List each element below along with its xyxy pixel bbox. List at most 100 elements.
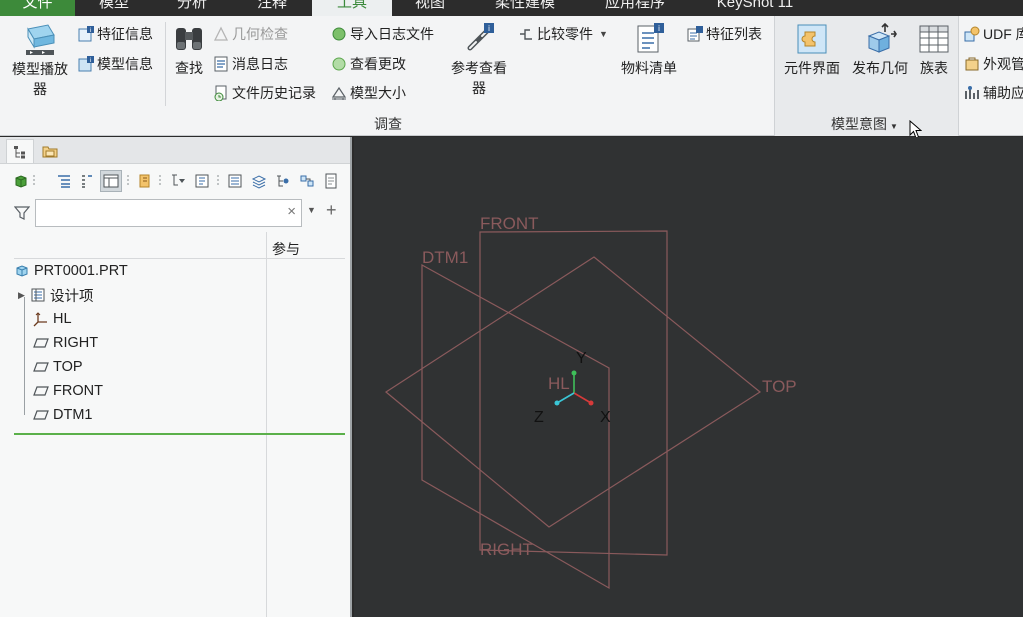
tree-columns-icon	[103, 174, 119, 188]
family-table-button[interactable]: 族表	[914, 22, 954, 78]
column-separator[interactable]	[266, 232, 267, 617]
front-plane-label: FRONT	[480, 214, 539, 233]
model-player-label: 模型播放器	[12, 61, 68, 97]
appearance-manager-label: 外观管	[983, 56, 1023, 72]
feature-info-button[interactable]: i 特征信息	[78, 24, 153, 44]
tree-item-root-part[interactable]: PRT0001.PRT	[14, 260, 128, 282]
filter-funnel-icon[interactable]	[14, 205, 30, 221]
tab-applications[interactable]: 应用程序	[588, 0, 682, 16]
list-view-button[interactable]	[224, 170, 246, 192]
folder-browser-icon	[42, 146, 58, 158]
geometry-check-button[interactable]: 几何检查	[213, 24, 288, 44]
clear-icon[interactable]: ×	[287, 203, 296, 220]
search-options-chevron-icon[interactable]: ▼	[307, 205, 316, 215]
reference-viewer-label-2: 器	[472, 80, 486, 96]
layers-button[interactable]	[248, 170, 270, 192]
tree-item-plane-top[interactable]: TOP	[33, 356, 83, 378]
datum-plane-icon	[33, 335, 49, 351]
tab-tools[interactable]: 工具	[312, 0, 392, 16]
design-items-icon	[30, 287, 46, 303]
tree-filter-row: × ▼ +	[0, 199, 350, 229]
tree-item-label: RIGHT	[53, 335, 99, 351]
tab-analysis[interactable]: 分析	[160, 0, 224, 16]
highlight-button[interactable]	[134, 170, 156, 192]
tree-item-design-items[interactable]: ▶ 设计项	[18, 284, 94, 306]
tab-model[interactable]: 模型	[82, 0, 146, 16]
tree-item-plane-right[interactable]: RIGHT	[33, 332, 98, 354]
file-history-button[interactable]: 文件历史记录	[213, 83, 316, 103]
model-graphics: FRONT DTM1 TOP RIGHT HL Y X Z	[384, 214, 797, 590]
dependencies-button[interactable]	[296, 170, 318, 192]
find-button[interactable]: 查找	[168, 22, 210, 78]
udf-library-label: UDF 库	[983, 26, 1023, 42]
view-changes-label: 查看更改	[350, 56, 406, 72]
svg-text:i: i	[488, 24, 490, 33]
compare-part-icon	[520, 29, 532, 40]
svg-text:i: i	[658, 24, 660, 33]
report-button[interactable]	[320, 170, 342, 192]
investigate-group-label: 调查	[374, 116, 402, 132]
tree-item-plane-dtm1[interactable]: DTM1	[33, 404, 92, 426]
family-table-label: 族表	[920, 60, 948, 76]
green-dot-icon	[332, 27, 346, 41]
auxiliary-app-button[interactable]: 辅助应	[964, 83, 1023, 103]
file-history-icon	[214, 85, 227, 101]
tab-annotate[interactable]: 注释	[240, 0, 304, 16]
add-filter-icon[interactable]: +	[326, 200, 337, 221]
top-plane-label: TOP	[762, 377, 797, 396]
filter-tree-button[interactable]	[168, 170, 190, 192]
compare-part-button[interactable]: 比较零件 ▼	[518, 24, 608, 44]
collapse-all-button[interactable]	[76, 170, 98, 192]
toolbar-grip-icon	[124, 170, 132, 192]
ribbon: 模型播放器 i 特征信息 i 模型信息 查找 几何检查 消息日志 文件历史记录 …	[0, 16, 1023, 139]
publish-geometry-button[interactable]: 发布几何	[848, 22, 912, 78]
tree-item-label: PRT0001.PRT	[34, 263, 128, 279]
model-info-button[interactable]: i 模型信息	[78, 54, 153, 74]
column-participate-header[interactable]: 参与	[272, 239, 300, 259]
x-axis-label: X	[600, 409, 611, 426]
tree-filter-icon	[172, 174, 185, 186]
view-changes-button[interactable]: 查看更改	[331, 54, 406, 74]
message-log-button[interactable]: 消息日志	[213, 54, 288, 74]
graphics-viewport[interactable]: FRONT DTM1 TOP RIGHT HL Y X Z	[354, 137, 1023, 617]
model-size-icon	[331, 86, 347, 100]
udf-library-button[interactable]: UDF 库	[964, 24, 1023, 44]
tree-view-toggle[interactable]	[100, 170, 122, 192]
model-size-button[interactable]: 模型大小	[331, 83, 406, 103]
feature-list-button[interactable]: 特征列表	[687, 24, 762, 44]
reference-viewer-button[interactable]: i 参考查看 器	[446, 22, 512, 98]
component-interface-button[interactable]: 元件界面	[780, 22, 844, 78]
show-button[interactable]	[10, 170, 32, 192]
tree-item-label: FRONT	[53, 383, 103, 399]
ribbon-tab-bar: 文件 模型 分析 注释 工具 视图 柔性建模 应用程序 KeyShot 11	[0, 0, 1023, 16]
compare-part-label: 比较零件	[537, 26, 593, 42]
references-button[interactable]	[272, 170, 294, 192]
tree-connector-line	[24, 297, 25, 415]
settings-button[interactable]	[191, 170, 213, 192]
tab-folder-browser[interactable]	[36, 139, 64, 163]
expand-all-button[interactable]	[53, 170, 75, 192]
tree-item-csys-hl[interactable]: HL	[33, 308, 72, 330]
tab-file[interactable]: 文件	[0, 0, 75, 16]
model-player-icon	[26, 24, 55, 55]
tree-item-plane-front[interactable]: FRONT	[33, 380, 103, 402]
model-player-button[interactable]: 模型播放器	[4, 21, 76, 99]
bom-button[interactable]: i 物料清单	[614, 22, 684, 78]
import-log-button[interactable]: 导入日志文件	[331, 24, 434, 44]
expand-arrow-icon[interactable]: ▶	[18, 290, 30, 301]
part-icon	[14, 263, 30, 279]
design-intent-group-button[interactable]: 模型意图 ▼	[831, 114, 898, 134]
appearance-manager-button[interactable]: 外观管	[964, 54, 1023, 74]
panel-tab-strip	[0, 137, 350, 164]
publish-geometry-icon	[867, 22, 897, 53]
tab-view[interactable]: 视图	[398, 0, 462, 16]
z-axis-label: Z	[534, 409, 544, 426]
tab-model-tree[interactable]	[6, 139, 34, 163]
tree-search-input[interactable]	[36, 200, 276, 226]
top-plane[interactable]	[384, 256, 762, 528]
tab-keyshot[interactable]: KeyShot 11	[700, 0, 810, 16]
tab-flexible-modeling[interactable]: 柔性建模	[478, 0, 572, 16]
insert-here-indicator[interactable]	[14, 433, 345, 435]
svg-text:i: i	[90, 58, 91, 64]
import-log-label: 导入日志文件	[350, 26, 434, 42]
